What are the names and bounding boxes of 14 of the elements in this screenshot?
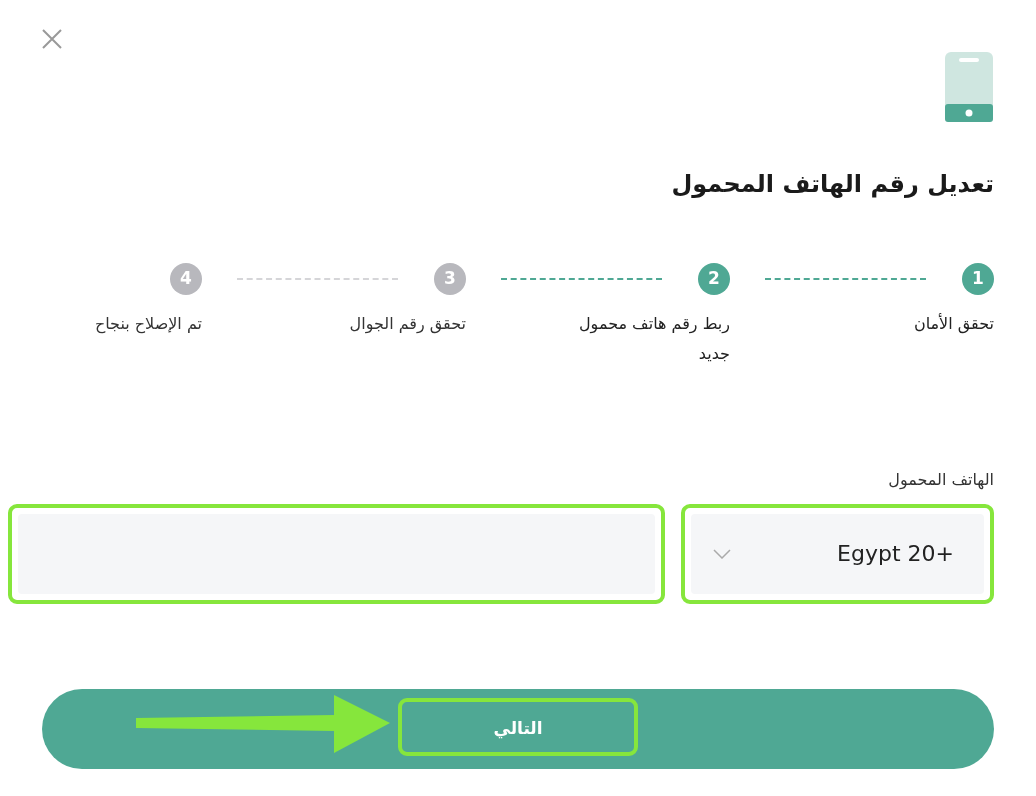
- country-select[interactable]: Egypt 20+: [691, 513, 984, 594]
- step-number: 2: [698, 262, 730, 295]
- step-label: تم الإصلاح بنجاح: [93, 312, 202, 336]
- close-button[interactable]: [40, 26, 64, 50]
- dialog-title: تعديل رقم الهاتف المحمول: [670, 170, 994, 199]
- phone-icon: [944, 52, 994, 122]
- step-label: ربط رقم هاتف محمول جديد: [578, 312, 730, 366]
- step-number: 4: [170, 262, 202, 295]
- step-number: 3: [434, 262, 466, 295]
- step-number: 1: [962, 262, 994, 295]
- chevron-icon: [713, 548, 731, 559]
- step-label: تحقق الأمان: [912, 312, 994, 336]
- field-label: الهاتف المحمول: [887, 468, 994, 492]
- step-label: تحقق رقم الجوال: [348, 312, 466, 336]
